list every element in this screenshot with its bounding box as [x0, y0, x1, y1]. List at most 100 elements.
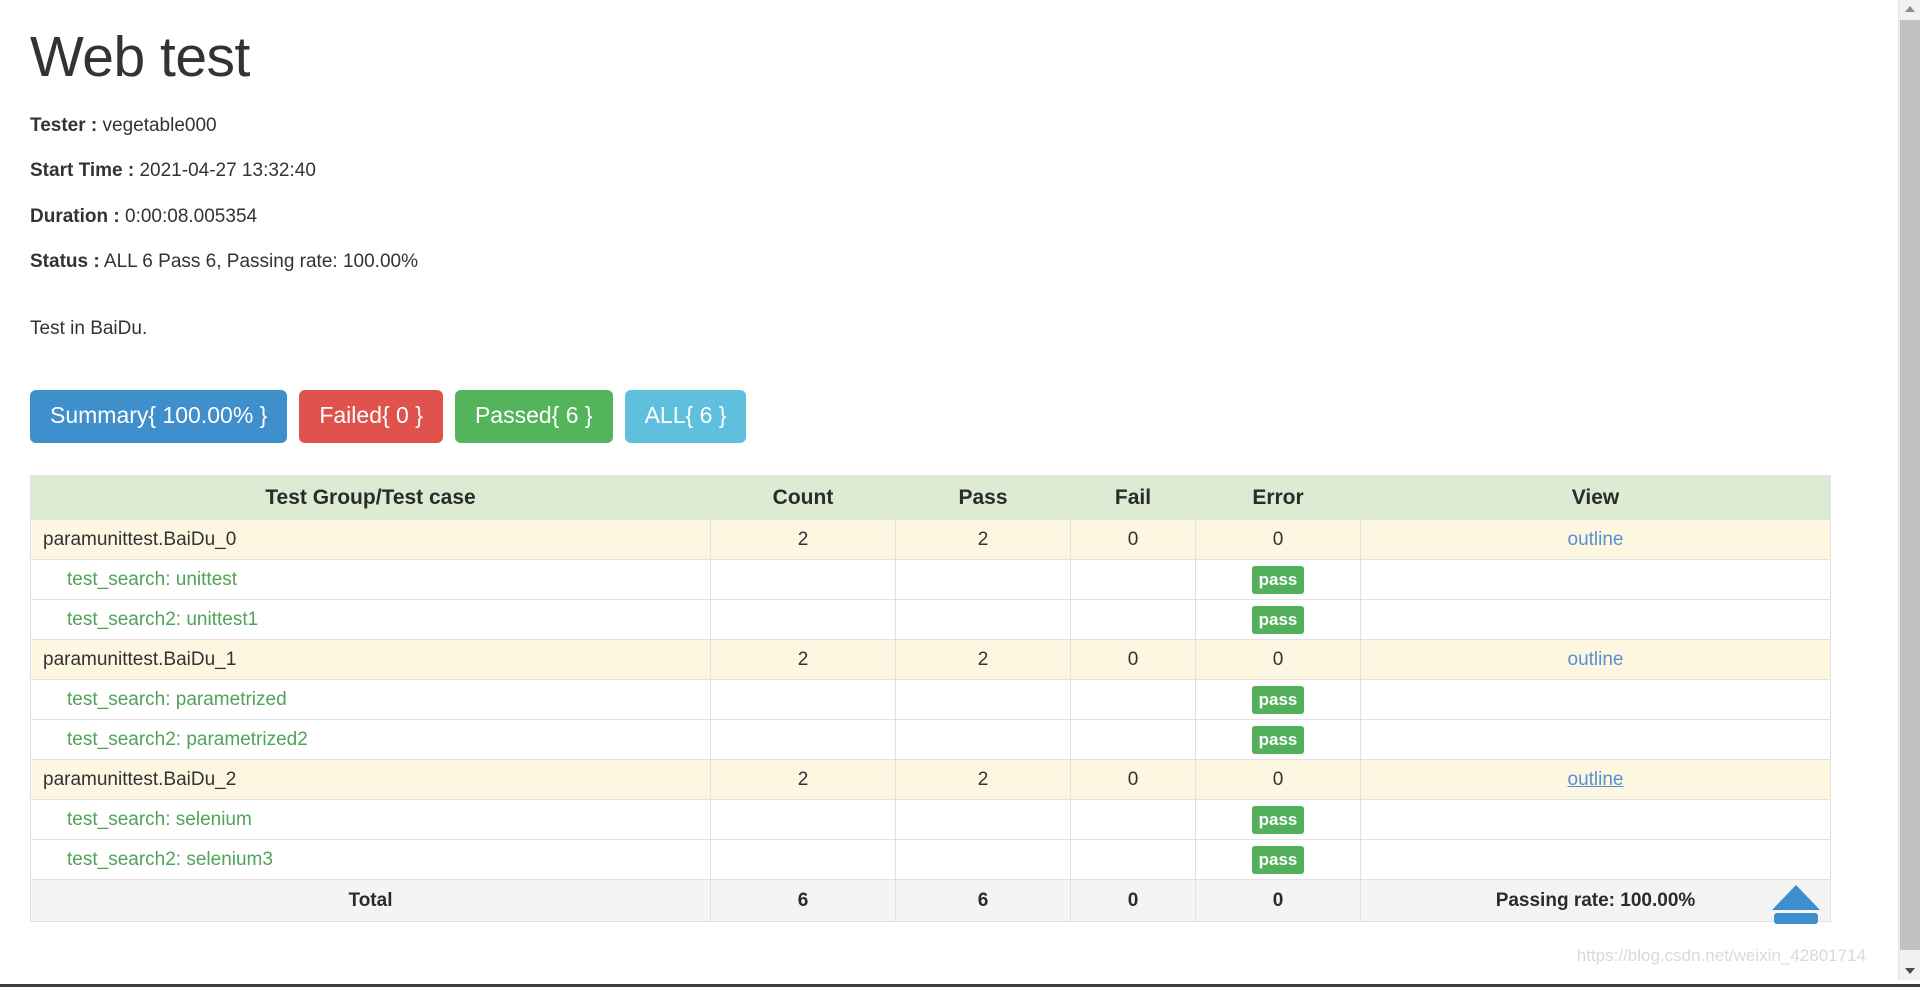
case-fail-cell: [1070, 799, 1196, 841]
meta-status: Status : ALL 6 Pass 6, Passing rate: 100…: [30, 248, 1860, 276]
results-table-body: paramunittest.BaiDu_0 2 2 0 0 outline test_sea…: [30, 519, 1831, 881]
case-count-cell: [710, 599, 896, 641]
status-badge[interactable]: pass: [1251, 845, 1305, 874]
status-badge[interactable]: pass: [1251, 725, 1305, 754]
column-header-fail: Fail: [1070, 475, 1196, 521]
status-badge[interactable]: pass: [1251, 805, 1305, 834]
failed-filter-button[interactable]: Failed{ 0 }: [299, 390, 443, 444]
summary-filter-button[interactable]: Summary{ 100.00% }: [30, 390, 288, 444]
group-count: 2: [710, 519, 896, 561]
column-header-error: Error: [1195, 475, 1361, 521]
status-badge[interactable]: pass: [1251, 685, 1305, 714]
case-view-cell: [1360, 839, 1831, 881]
case-fail-cell: [1070, 679, 1196, 721]
report-description: Test in BaiDu.: [30, 318, 148, 340]
case-count-cell: [710, 679, 896, 721]
case-count-cell: [710, 839, 896, 881]
total-pass: 6: [895, 879, 1071, 923]
case-name[interactable]: test_search: selenium: [30, 799, 711, 841]
group-pass: 2: [895, 519, 1071, 561]
column-header-view: View: [1360, 475, 1831, 521]
outline-link[interactable]: outline: [1568, 649, 1624, 670]
results-table-foot: Total 6 6 0 0 Passing rate: 100.00%: [30, 879, 1831, 923]
case-status-cell: pass: [1195, 679, 1361, 721]
meta-start-time-label: Start Time :: [30, 160, 135, 182]
case-name[interactable]: test_search2: unittest1: [30, 599, 711, 641]
vertical-scrollbar[interactable]: [1898, 0, 1920, 980]
meta-start-time-value: 2021-04-27 13:32:40: [139, 160, 316, 182]
group-error: 0: [1195, 639, 1361, 681]
table-row: test_search: unittest pass: [30, 559, 1831, 601]
scroll-to-top-icon[interactable]: [1768, 885, 1824, 925]
table-row: test_search2: selenium3 pass: [30, 839, 1831, 881]
outline-link[interactable]: outline: [1568, 769, 1624, 790]
total-error: 0: [1195, 879, 1361, 923]
scroll-to-top-bar: [1774, 913, 1818, 924]
group-fail: 0: [1070, 519, 1196, 561]
group-count: 2: [710, 639, 896, 681]
group-view-cell: outline: [1360, 759, 1831, 801]
case-pass-cell: [895, 799, 1071, 841]
status-badge[interactable]: pass: [1251, 605, 1305, 634]
page-title: Web test: [30, 25, 250, 89]
case-pass-cell: [895, 559, 1071, 601]
watermark-text: https://blog.csdn.net/weixin_42801714: [1576, 946, 1866, 965]
case-pass-cell: [895, 839, 1071, 881]
scrollbar-up-arrow-icon[interactable]: [1899, 0, 1920, 18]
meta-tester: Tester : vegetable000: [30, 112, 1860, 140]
filter-button-row: Summary{ 100.00% } Failed{ 0 } Passed{ 6…: [30, 390, 1860, 444]
case-status-cell: pass: [1195, 599, 1361, 641]
scroll-to-top-triangle: [1772, 885, 1820, 910]
group-view-cell: outline: [1360, 519, 1831, 561]
results-table-wrapper: Test Group/Test case Count Pass Fail Err…: [30, 475, 1860, 923]
case-name[interactable]: test_search2: selenium3: [30, 839, 711, 881]
column-header-pass: Pass: [895, 475, 1071, 521]
meta-status-label: Status :: [30, 251, 100, 273]
case-count-cell: [710, 719, 896, 761]
case-view-cell: [1360, 799, 1831, 841]
case-pass-cell: [895, 679, 1071, 721]
case-name[interactable]: test_search2: parametrized2: [30, 719, 711, 761]
group-fail: 0: [1070, 639, 1196, 681]
case-count-cell: [710, 799, 896, 841]
group-count: 2: [710, 759, 896, 801]
case-fail-cell: [1070, 839, 1196, 881]
meta-tester-value: vegetable000: [102, 114, 217, 136]
case-pass-cell: [895, 599, 1071, 641]
group-error: 0: [1195, 519, 1361, 561]
status-badge[interactable]: pass: [1251, 565, 1305, 594]
group-error: 0: [1195, 759, 1361, 801]
scrollbar-thumb[interactable]: [1900, 20, 1920, 950]
table-row: test_search: selenium pass: [30, 799, 1831, 841]
total-row: Total 6 6 0 0 Passing rate: 100.00%: [30, 879, 1831, 923]
group-name: paramunittest.BaiDu_1: [30, 639, 711, 681]
total-fail: 0: [1070, 879, 1196, 923]
case-view-cell: [1360, 599, 1831, 641]
group-pass: 2: [895, 639, 1071, 681]
group-name: paramunittest.BaiDu_0: [30, 519, 711, 561]
case-view-cell: [1360, 719, 1831, 761]
case-name[interactable]: test_search: parametrized: [30, 679, 711, 721]
column-header-count: Count: [710, 475, 896, 521]
meta-duration: Duration : 0:00:08.005354: [30, 203, 1860, 231]
table-header-row: Test Group/Test case Count Pass Fail Err…: [30, 475, 1831, 521]
results-table-head: Test Group/Test case Count Pass Fail Err…: [30, 475, 1831, 521]
case-name[interactable]: test_search: unittest: [30, 559, 711, 601]
case-view-cell: [1360, 679, 1831, 721]
group-name: paramunittest.BaiDu_2: [30, 759, 711, 801]
case-fail-cell: [1070, 559, 1196, 601]
page-viewport: Web test Tester : vegetable000 Start Tim…: [0, 0, 1890, 980]
scrollbar-down-arrow-icon[interactable]: [1899, 962, 1920, 980]
case-fail-cell: [1070, 599, 1196, 641]
meta-start-time: Start Time : 2021-04-27 13:32:40: [30, 157, 1860, 185]
table-row: paramunittest.BaiDu_1 2 2 0 0 outline: [30, 639, 1831, 681]
group-view-cell: outline: [1360, 639, 1831, 681]
case-status-cell: pass: [1195, 799, 1361, 841]
meta-status-value: ALL 6 Pass 6, Passing rate: 100.00%: [103, 251, 418, 273]
group-fail: 0: [1070, 759, 1196, 801]
passed-filter-button[interactable]: Passed{ 6 }: [454, 390, 613, 444]
all-filter-button[interactable]: ALL{ 6 }: [624, 390, 747, 444]
total-count: 6: [710, 879, 896, 923]
outline-link[interactable]: outline: [1568, 529, 1624, 550]
case-status-cell: pass: [1195, 559, 1361, 601]
